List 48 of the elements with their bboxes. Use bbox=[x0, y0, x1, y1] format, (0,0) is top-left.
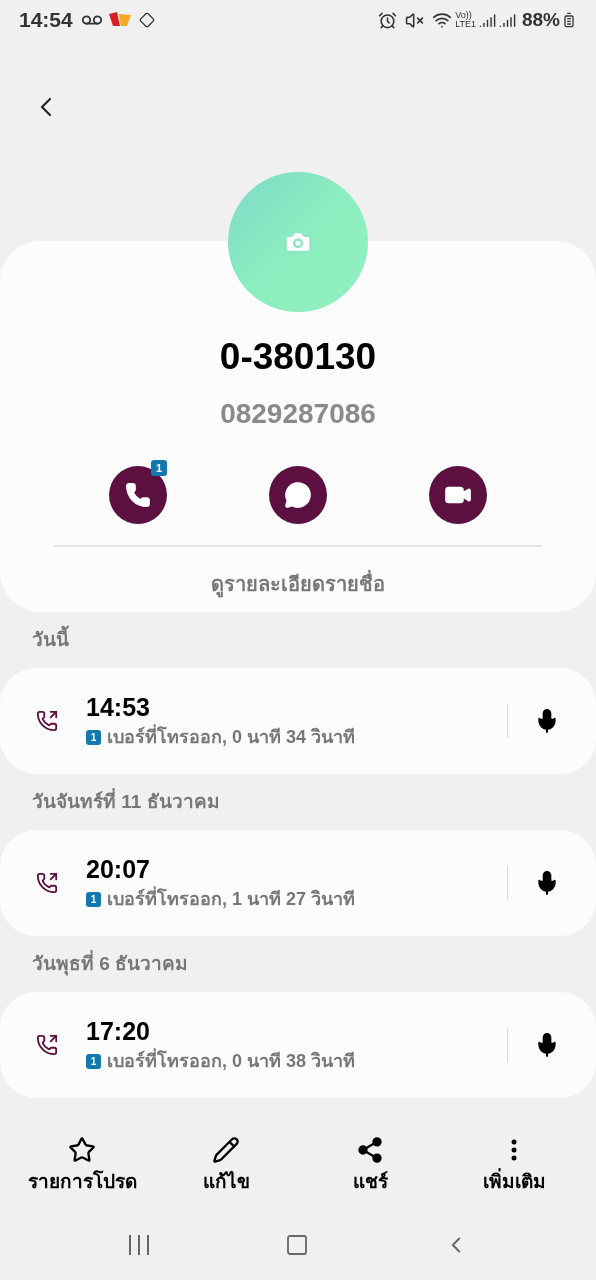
date-heading: วันจันทร์ที่ 11 ธันวาคม bbox=[31, 787, 221, 814]
call-time: 17:20 bbox=[86, 1015, 151, 1046]
status-time: 14:54 bbox=[19, 7, 73, 34]
lte-label: LTE1 bbox=[455, 20, 476, 29]
recent-apps-icon[interactable] bbox=[127, 1234, 151, 1256]
outgoing-call-icon bbox=[36, 872, 58, 894]
call-detail: เบอร์ที่โทรออก, 0 นาที 34 วินาที bbox=[107, 723, 356, 749]
more-icon bbox=[511, 1138, 517, 1161]
phone-icon bbox=[125, 482, 151, 508]
call-time: 20:07 bbox=[86, 853, 151, 884]
app-logo-icon bbox=[108, 12, 131, 28]
sim-badge: 1 bbox=[86, 729, 101, 745]
diamond-icon bbox=[138, 10, 155, 30]
message-button[interactable] bbox=[269, 466, 327, 524]
outgoing-call-icon bbox=[36, 710, 58, 732]
home-icon[interactable] bbox=[285, 1233, 309, 1257]
date-heading: วันพุธที่ 6 ธันวาคม bbox=[31, 949, 190, 978]
contact-number: 0829287086 bbox=[220, 397, 376, 431]
toolbar-button[interactable]: แชร์ bbox=[314, 1135, 426, 1196]
wifi-icon bbox=[432, 10, 453, 30]
call-button[interactable] bbox=[109, 466, 167, 524]
call-log-card[interactable]: 20:07 1 เบอร์ที่โทรออก, 1 นาที 27 วินาที bbox=[0, 830, 596, 936]
share-icon bbox=[356, 1135, 384, 1164]
battery-percent: 88% bbox=[521, 7, 560, 32]
signal-icon bbox=[498, 11, 516, 29]
edit-icon bbox=[212, 1135, 240, 1164]
call-log-card[interactable]: 17:20 1 เบอร์ที่โทรออก, 0 นาที 38 วินาที bbox=[0, 992, 596, 1098]
outgoing-call-icon bbox=[36, 1034, 58, 1056]
chat-bubble-icon bbox=[284, 481, 312, 509]
video-call-button[interactable] bbox=[429, 466, 487, 524]
date-heading: วันนี้ bbox=[0, 612, 596, 668]
toolbar-button[interactable]: รายการโปรด bbox=[26, 1135, 138, 1196]
sim-badge: 1 bbox=[86, 891, 101, 907]
sim-badge: 1 bbox=[86, 1053, 101, 1069]
toolbar-button[interactable]: เพิ่มเติม bbox=[458, 1135, 570, 1196]
star-icon bbox=[68, 1135, 96, 1164]
call-time: 14:53 bbox=[86, 691, 151, 722]
volte-label: Vo)) bbox=[455, 11, 472, 20]
signal-icon bbox=[478, 11, 496, 29]
call-detail: เบอร์ที่โทรออก, 0 นาที 38 วินาที bbox=[107, 1047, 356, 1073]
view-contact-details-link[interactable]: ดูรายละเอียดรายชื่อ bbox=[211, 569, 385, 599]
sim-badge: 1 bbox=[151, 460, 167, 476]
alarm-icon bbox=[378, 10, 398, 30]
contact-name: 0-380130 bbox=[219, 335, 377, 379]
toolbar-button[interactable]: แก้ไข bbox=[170, 1135, 282, 1196]
call-detail: เบอร์ที่โทรออก, 1 นาที 27 วินาที bbox=[107, 885, 356, 911]
call-log-card[interactable]: 14:53 1 เบอร์ที่โทรออก, 0 นาที 34 วินาที bbox=[0, 668, 596, 774]
mute-icon bbox=[405, 10, 425, 30]
